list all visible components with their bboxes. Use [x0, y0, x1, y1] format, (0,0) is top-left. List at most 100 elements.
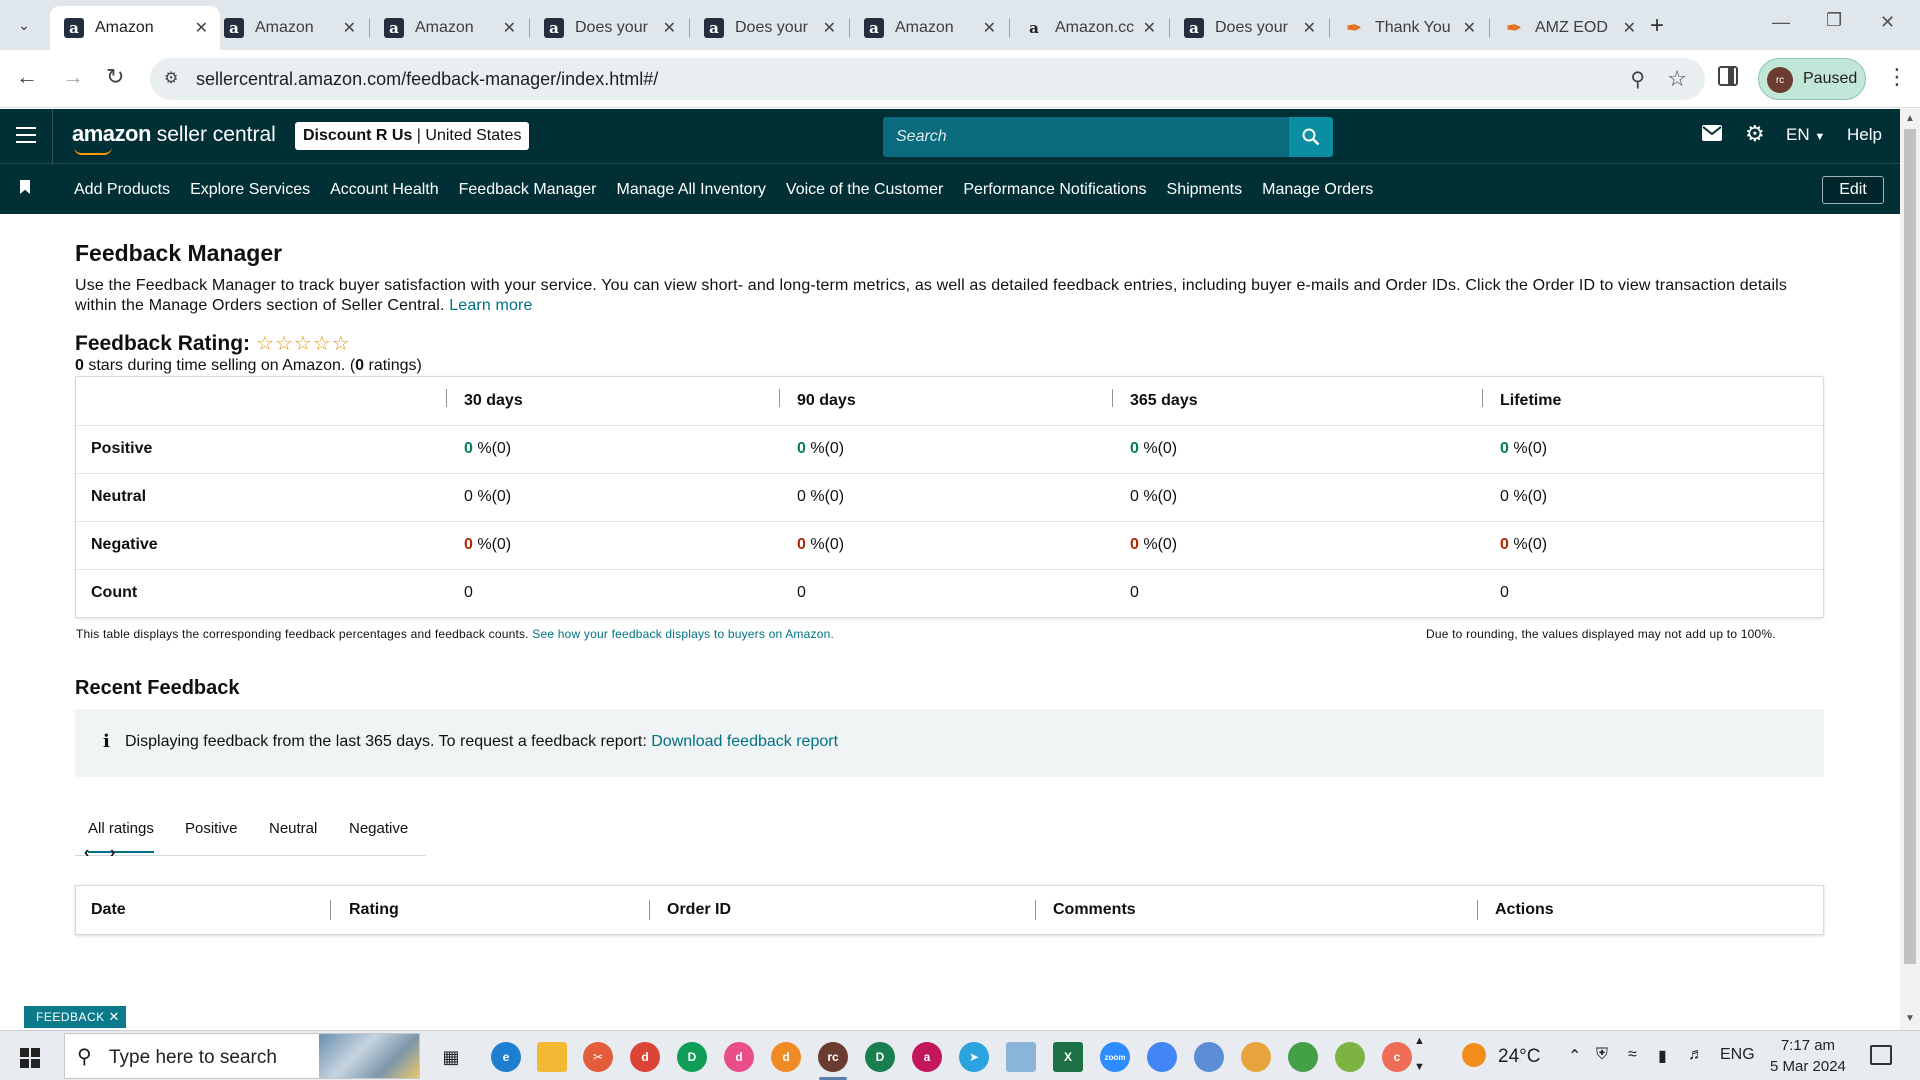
feedback-widget-button[interactable]: FEEDBACK ✕	[24, 1006, 126, 1028]
tab-close-icon[interactable]: ✕	[195, 18, 208, 38]
restore-icon[interactable]: ❐	[1826, 10, 1842, 31]
chrome-profile-icon[interactable]: c	[1382, 1042, 1412, 1072]
site-info-icon[interactable]: ⚙	[164, 68, 178, 88]
notepad-icon[interactable]	[1006, 1042, 1036, 1072]
window-close-icon[interactable]: ✕	[1880, 12, 1895, 33]
url-text[interactable]: sellercentral.amazon.com/feedback-manage…	[196, 69, 658, 90]
input-language[interactable]: ENG	[1720, 1046, 1755, 1064]
nav-link-add-products[interactable]: Add Products	[74, 181, 170, 199]
browser-tab[interactable]: a Amazon ✕	[210, 6, 368, 50]
chrome-profile-icon[interactable]	[1335, 1042, 1365, 1072]
volume-icon[interactable]: ♬	[1688, 1046, 1704, 1064]
store-selector[interactable]: Discount R Us | United States	[295, 122, 530, 150]
close-icon[interactable]: ✕	[109, 1009, 120, 1025]
taskbar-scroll-up-icon[interactable]: ▲	[1414, 1035, 1425, 1047]
minimize-icon[interactable]: —	[1772, 12, 1790, 33]
notification-center-icon[interactable]	[1870, 1045, 1892, 1065]
nav-link-voice-of-the-customer[interactable]: Voice of the Customer	[786, 181, 943, 199]
back-icon[interactable]: ←	[16, 64, 38, 90]
browser-tab[interactable]: a Does your ✕	[690, 6, 848, 50]
help-link[interactable]: Help	[1847, 125, 1882, 145]
chrome-profile-icon[interactable]: rc	[818, 1042, 848, 1072]
profile-button[interactable]: rc Paused	[1758, 58, 1866, 100]
address-bar[interactable]: ⚙ sellercentral.amazon.com/feedback-mana…	[150, 58, 1705, 100]
system-clock[interactable]: 7:17 am 5 Mar 2024	[1770, 1035, 1846, 1077]
chevron-right-icon[interactable]: ›	[110, 844, 115, 862]
tab-search-chevron-icon[interactable]: ⌄	[8, 10, 40, 40]
chrome-profile-icon[interactable]	[1241, 1042, 1271, 1072]
scroll-down-icon[interactable]: ▼	[1905, 1013, 1915, 1024]
nav-link-explore-services[interactable]: Explore Services	[190, 181, 310, 199]
settings-gear-icon[interactable]: ⚙	[1745, 121, 1765, 147]
snipping-tool-icon[interactable]: ✂	[583, 1042, 613, 1072]
taskbar-search[interactable]: ⚲ Type here to search	[64, 1033, 420, 1079]
nav-link-feedback-manager[interactable]: Feedback Manager	[459, 181, 597, 199]
search-button[interactable]	[1289, 117, 1333, 157]
seller-central-logo[interactable]: amazon seller central	[72, 121, 276, 155]
tab-close-icon[interactable]: ✕	[983, 18, 996, 38]
tab-positive[interactable]: Positive	[185, 820, 238, 837]
side-panel-icon[interactable]	[1718, 66, 1738, 86]
forward-icon[interactable]: →	[62, 64, 84, 90]
hamburger-menu-icon[interactable]	[16, 127, 36, 143]
learn-more-link[interactable]: Learn more	[449, 297, 532, 314]
edit-nav-button[interactable]: Edit	[1822, 176, 1884, 204]
chrome-profile-icon[interactable]: D	[677, 1042, 707, 1072]
weather-icon[interactable]	[1462, 1043, 1486, 1067]
browser-tab[interactable]: a Amazon ✕	[850, 6, 1008, 50]
chrome-profile-icon[interactable]: d	[630, 1042, 660, 1072]
nav-link-manage-orders[interactable]: Manage Orders	[1262, 181, 1373, 199]
zoom-icon[interactable]: zoom	[1100, 1042, 1130, 1072]
tab-negative[interactable]: Negative	[349, 820, 408, 837]
chrome-profile-icon[interactable]	[1194, 1042, 1224, 1072]
tab-all-ratings[interactable]: All ratings	[88, 820, 154, 853]
task-view-icon[interactable]: ▦	[436, 1042, 466, 1072]
wifi-icon[interactable]: ≈	[1628, 1046, 1637, 1064]
nav-link-shipments[interactable]: Shipments	[1167, 181, 1243, 199]
language-selector[interactable]: EN ▼	[1786, 125, 1825, 145]
taskbar-scroll-down-icon[interactable]: ▼	[1414, 1061, 1425, 1073]
scroll-up-icon[interactable]: ▲	[1905, 113, 1915, 124]
chrome-profile-icon[interactable]	[1288, 1042, 1318, 1072]
browser-tab[interactable]: a Amazon.cc ✕	[1010, 6, 1168, 50]
page-scrollbar[interactable]: ▲ ▼	[1900, 109, 1920, 1030]
bookmark-star-icon[interactable]: ☆	[1667, 66, 1687, 92]
tab-close-icon[interactable]: ✕	[1623, 18, 1636, 38]
mail-icon[interactable]	[1702, 124, 1722, 147]
feedback-display-link[interactable]: See how your feedback displays to buyers…	[532, 627, 834, 641]
tab-close-icon[interactable]: ✕	[663, 18, 676, 38]
col-header-rating[interactable]: Rating	[349, 901, 399, 919]
chevron-left-icon[interactable]: ‹	[84, 844, 89, 862]
battery-icon[interactable]: ▮	[1658, 1046, 1667, 1066]
tab-close-icon[interactable]: ✕	[1303, 18, 1316, 38]
browser-tab[interactable]: a Amazon ✕	[370, 6, 528, 50]
col-header-comments[interactable]: Comments	[1053, 901, 1136, 919]
browser-tab[interactable]: a Does your ✕	[1170, 6, 1328, 50]
edge-icon[interactable]: e	[491, 1042, 521, 1072]
download-report-link[interactable]: Download feedback report	[651, 733, 838, 750]
telegram-icon[interactable]: ➤	[959, 1042, 989, 1072]
tab-close-icon[interactable]: ✕	[1463, 18, 1476, 38]
zoom-icon[interactable]: ⚲	[1630, 67, 1645, 92]
chrome-icon[interactable]	[1147, 1042, 1177, 1072]
new-tab-button[interactable]: +	[1650, 12, 1664, 40]
browser-tab[interactable]: a Amazon ✕	[50, 6, 220, 50]
scrollbar-thumb[interactable]	[1904, 129, 1916, 964]
nav-link-performance-notifications[interactable]: Performance Notifications	[963, 181, 1146, 199]
col-header-order-id[interactable]: Order ID	[667, 901, 731, 919]
chrome-profile-icon[interactable]: d	[771, 1042, 801, 1072]
reload-icon[interactable]: ↻	[106, 64, 124, 90]
col-header-actions[interactable]: Actions	[1495, 901, 1554, 919]
windows-start-icon[interactable]	[20, 1048, 40, 1068]
chrome-profile-icon[interactable]: D	[865, 1042, 895, 1072]
col-header-date[interactable]: Date	[91, 901, 126, 919]
browser-tab[interactable]: a Does your ✕	[530, 6, 688, 50]
chrome-profile-icon[interactable]: d	[724, 1042, 754, 1072]
file-explorer-icon[interactable]	[537, 1042, 567, 1072]
security-icon[interactable]: ⛨	[1596, 1046, 1608, 1064]
search-input[interactable]	[883, 117, 1289, 157]
excel-icon[interactable]: X	[1053, 1042, 1083, 1072]
tab-close-icon[interactable]: ✕	[823, 18, 836, 38]
nav-link-manage-all-inventory[interactable]: Manage All Inventory	[616, 181, 765, 199]
chrome-profile-icon[interactable]: a	[912, 1042, 942, 1072]
